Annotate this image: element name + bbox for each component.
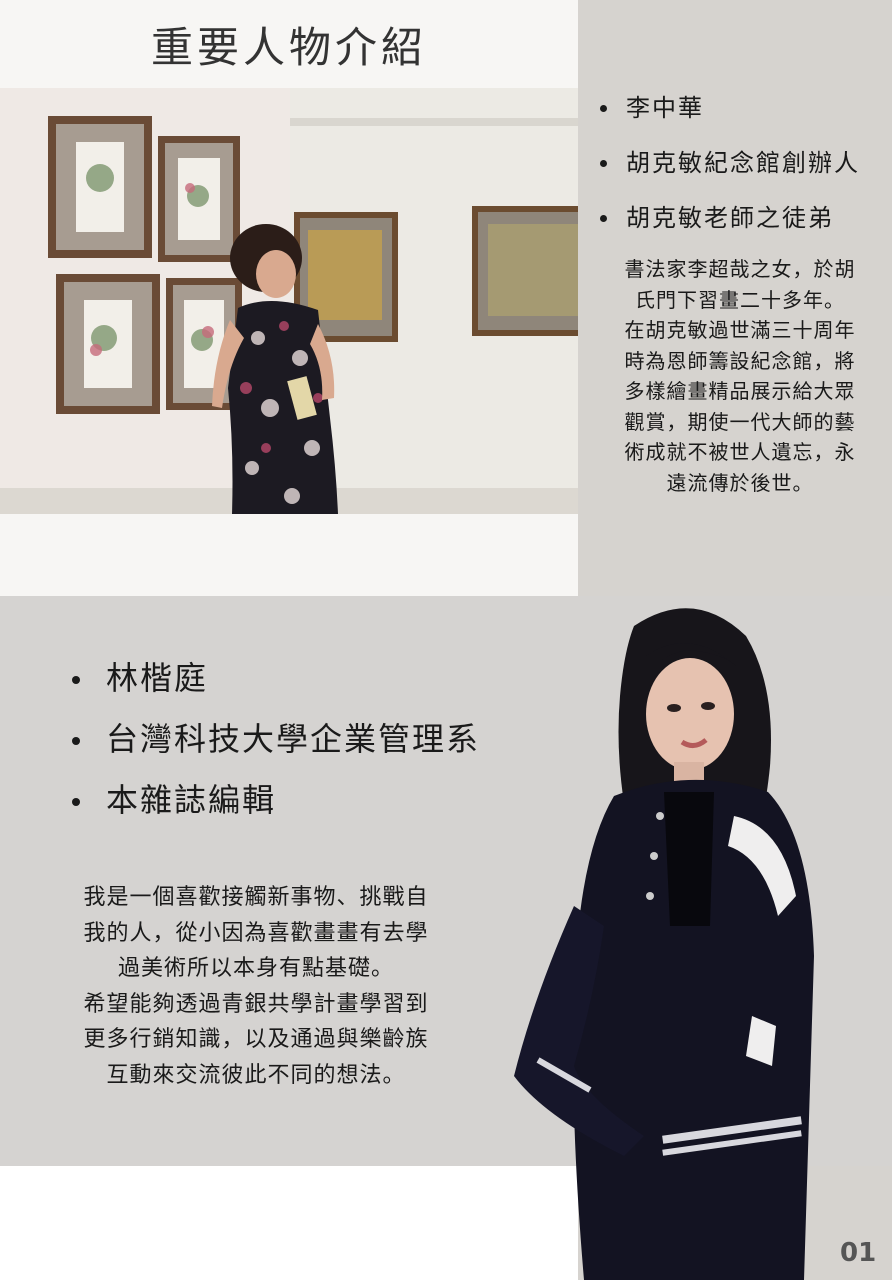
- description-line: 更多行銷知識，以及通過與樂齡族: [83, 1027, 429, 1052]
- person1-name: 李中華: [600, 86, 890, 141]
- description-line: 多樣繪畫精品展示給大眾: [624, 379, 856, 403]
- description-line: 我是一個喜歡接觸新事物、挑戰自: [83, 885, 429, 910]
- editor-portrait-photo: [514, 596, 844, 1280]
- description-line: 互動來交流彼此不同的想法。: [106, 1062, 406, 1088]
- page-number: 01: [840, 1238, 877, 1268]
- description-line: 氏門下習畫二十多年。: [635, 287, 845, 312]
- description-line: 在胡克敏過世滿三十周年: [624, 318, 856, 342]
- page-title: 重要人物介紹: [150, 23, 427, 72]
- person1-description: 書法家李超哉之女，於胡 氏門下習畫二十多年。 在胡克敏過世滿三十周年 時為恩師籌…: [598, 254, 882, 498]
- description-line: 遠流傳於後世。: [666, 470, 814, 495]
- person1-role: 胡克敏紀念館創辦人: [600, 141, 890, 196]
- description-line: 我的人，從小因為喜歡畫畫有去學: [83, 920, 429, 946]
- description-line: 觀賞，期使一代大師的藝: [624, 409, 856, 434]
- description-line: 時為恩師籌設紀念館，將: [624, 348, 856, 373]
- bottom-section-background: [0, 1166, 578, 1280]
- person2-info-list: 林楷庭 台灣科技大學企業管理系 本雜誌編輯: [72, 652, 532, 835]
- person2-department: 台灣科技大學企業管理系: [72, 713, 532, 774]
- person2-description: 我是一個喜歡接觸新事物、挑戰自 我的人，從小因為喜歡畫畫有去學 過美術所以本身有…: [58, 880, 454, 1093]
- description-line: 希望能夠透過青銀共學計畫學習到: [83, 991, 429, 1017]
- gallery-exhibition-photo: [0, 88, 578, 514]
- description-line: 過美術所以本身有點基礎。: [117, 956, 394, 981]
- person2-name: 林楷庭: [72, 652, 532, 713]
- person1-relation: 胡克敏老師之徒弟: [600, 196, 890, 251]
- person1-info-list: 李中華 胡克敏紀念館創辦人 胡克敏老師之徒弟: [600, 86, 890, 251]
- person2-role: 本雜誌編輯: [72, 774, 532, 835]
- description-line: 術成就不被世人遺忘，永: [624, 440, 856, 464]
- description-line: 書法家李超哉之女，於胡: [624, 257, 856, 281]
